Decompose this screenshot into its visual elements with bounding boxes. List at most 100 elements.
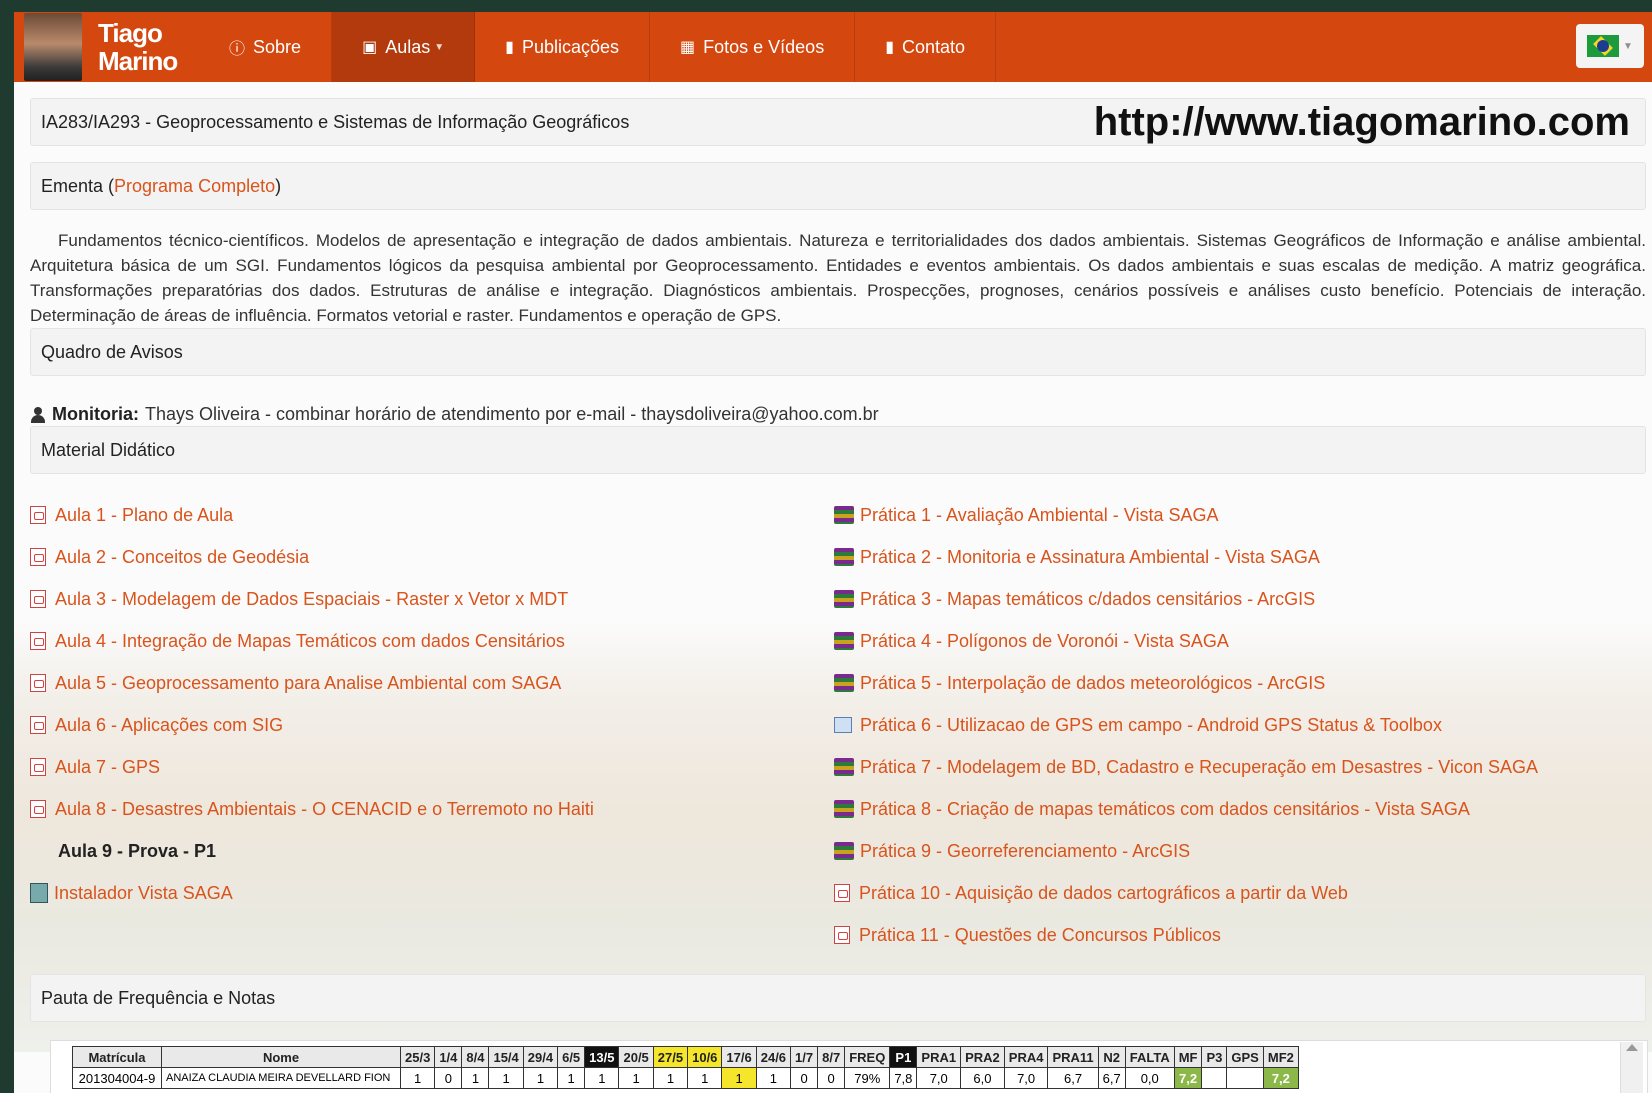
- pratica-link[interactable]: Prática 4 - Polígonos de Voronói - Vista…: [834, 620, 1538, 662]
- scroll-up-icon[interactable]: [1626, 1044, 1638, 1051]
- table-cell: 201304004-9: [72, 1067, 162, 1089]
- pratica-link[interactable]: Prática 2 - Monitoria e Assinatura Ambie…: [834, 536, 1538, 578]
- table-cell: 0: [790, 1067, 819, 1089]
- table-cell: 1: [721, 1067, 757, 1089]
- pratica-link[interactable]: Prática 5 - Interpolação de dados meteor…: [834, 662, 1538, 704]
- table-cell: 79%: [844, 1067, 891, 1089]
- column-header: 8/7: [817, 1046, 846, 1068]
- column-header: PRA4: [1003, 1046, 1049, 1068]
- comment-icon: ▮: [885, 39, 895, 56]
- nav-aulas[interactable]: ▣ Aulas ▼: [332, 12, 476, 82]
- table-cell: 1: [584, 1067, 620, 1089]
- pratica-link[interactable]: Prática 9 - Georreferenciamento - ArcGIS: [834, 830, 1538, 872]
- nav-label: Aulas: [385, 36, 431, 57]
- column-header: P3: [1201, 1046, 1228, 1068]
- nav-contato[interactable]: ▮ Contato: [855, 12, 997, 82]
- column-header: FALTA: [1124, 1046, 1175, 1068]
- language-button[interactable]: ▼: [1576, 24, 1644, 68]
- pdf-icon: [30, 758, 46, 776]
- table-header-row: Matrícula Nome 25/3 1/4 8/4 15/4 29/4 6/5 13/5 20…: [72, 1046, 1299, 1068]
- aula-label: Aula 1 - Plano de Aula: [55, 504, 234, 525]
- brand[interactable]: Tiago Marino: [14, 12, 199, 82]
- aula-link[interactable]: Aula 3 - Modelagem de Dados Espaciais - …: [30, 578, 594, 620]
- top-navbar: Tiago Marino ⓘ Sobre ▣ Aulas ▼ ▮ Publica…: [14, 12, 1652, 82]
- table-body: 201304004-9 ANAIZA CLAUDIA MEIRA DEVELLAR…: [72, 1067, 1299, 1089]
- aula-label: Aula 7 - GPS: [55, 756, 161, 777]
- table-cell: 0: [434, 1067, 463, 1089]
- aula-link[interactable]: Aula 5 - Geoprocessamento para Analise A…: [30, 662, 594, 704]
- column-header: FREQ: [844, 1046, 891, 1068]
- pratica-label: Prática 2 - Monitoria e Assinatura Ambie…: [860, 546, 1320, 567]
- archive-icon: [834, 842, 854, 860]
- column-header: PRA11: [1047, 1046, 1099, 1068]
- column-header: 24/6: [755, 1046, 792, 1068]
- aula-label: Aula 8 - Desastres Ambientais - O CENACI…: [55, 798, 594, 819]
- table-cell: 7,0: [916, 1067, 962, 1089]
- aula-label: Aula 2 - Conceitos de Geodésia: [55, 546, 310, 567]
- nav-label: Contato: [902, 36, 966, 57]
- column-header: 8/4: [461, 1046, 490, 1068]
- table-cell: 0: [817, 1067, 846, 1089]
- aula-link[interactable]: Aula 7 - GPS: [30, 746, 594, 788]
- instalador-link[interactable]: Instalador Vista SAGA: [30, 872, 594, 914]
- monitoria-text: Thays Oliveira - combinar horário de ate…: [145, 404, 879, 424]
- aula-link[interactable]: Aula 8 - Desastres Ambientais - O CENACI…: [30, 788, 594, 830]
- nav-publicacoes[interactable]: ▮ Publicações: [475, 12, 650, 82]
- column-header: PRA2: [960, 1046, 1005, 1068]
- table-cell: [1201, 1067, 1228, 1089]
- aula-link[interactable]: Aula 2 - Conceitos de Geodésia: [30, 536, 594, 578]
- pdf-icon: [30, 632, 46, 650]
- book-icon: ▣: [362, 39, 378, 56]
- user-icon: [30, 406, 46, 423]
- installer-icon: [30, 883, 48, 903]
- column-header: 20/5: [618, 1046, 654, 1068]
- table-cell: 1: [399, 1067, 436, 1089]
- pdf-icon: [30, 548, 46, 566]
- pratica-link[interactable]: Prática 6 - Utilizacao de GPS em campo -…: [834, 704, 1538, 746]
- aula-link[interactable]: Aula 4 - Integração de Mapas Temáticos c…: [30, 620, 594, 662]
- column-header: 13/5: [584, 1046, 620, 1068]
- document-icon: ▮: [505, 39, 514, 56]
- nav-sobre[interactable]: ⓘ Sobre: [199, 12, 333, 82]
- page-content: IA283/IA293 - Geoprocessamento e Sistema…: [14, 82, 1652, 1093]
- pratica-link[interactable]: Prática 7 - Modelagem de BD, Cadastro e …: [834, 746, 1538, 788]
- pdf-icon: [30, 506, 46, 524]
- pdf-icon: [834, 926, 850, 944]
- column-header: 15/4: [488, 1046, 524, 1068]
- nav-label: Publicações: [521, 36, 619, 57]
- pratica-link[interactable]: Prática 11 - Questões de Concursos Públi…: [834, 914, 1538, 956]
- pratica-label: Prática 5 - Interpolação de dados meteor…: [860, 672, 1326, 693]
- aula-9-label: Aula 9 - Prova - P1: [58, 840, 217, 861]
- programa-completo-link[interactable]: Programa Completo: [114, 176, 275, 197]
- pdf-icon: [30, 800, 46, 818]
- pratica-link[interactable]: Prática 1 - Avaliação Ambiental - Vista …: [834, 494, 1538, 536]
- ementa-label-suffix: ): [275, 175, 282, 196]
- pratica-label: Prática 11 - Questões de Concursos Públi…: [859, 924, 1221, 945]
- table-cell: ANAIZA CLAUDIA MEIRA DEVELLARD FION: [161, 1067, 401, 1089]
- table-scrollbar[interactable]: [1620, 1042, 1643, 1093]
- archive-icon: [834, 800, 854, 818]
- table-cell: 1: [652, 1067, 689, 1089]
- pratica-link[interactable]: Prática 10 - Aquisição de dados cartográ…: [834, 872, 1538, 914]
- instalador-label: Instalador Vista SAGA: [54, 882, 233, 903]
- aula-label: Aula 3 - Modelagem de Dados Espaciais - …: [55, 588, 569, 609]
- aula-link[interactable]: Aula 1 - Plano de Aula: [30, 494, 594, 536]
- ementa-text: Fundamentos técnico-científicos. Modelos…: [30, 231, 1646, 325]
- table-cell: 1: [687, 1067, 723, 1089]
- course-title: IA283/IA293 - Geoprocessamento e Sistema…: [41, 111, 630, 132]
- column-header: GPS: [1226, 1046, 1264, 1068]
- image-icon: [834, 717, 852, 733]
- pratica-link[interactable]: Prática 3 - Mapas temáticos c/dados cens…: [834, 578, 1538, 620]
- film-icon: ▦: [680, 39, 696, 56]
- table-cell: 6,7: [1047, 1067, 1099, 1089]
- avisos-panel: Quadro de Avisos: [30, 328, 1646, 376]
- pratica-label: Prática 1 - Avaliação Ambiental - Vista …: [860, 504, 1219, 525]
- nav-fotos-videos[interactable]: ▦ Fotos e Vídeos: [650, 12, 856, 82]
- pdf-icon: [30, 716, 46, 734]
- column-header: MF2: [1262, 1046, 1299, 1068]
- column-header: 10/6: [687, 1046, 723, 1068]
- archive-icon: [834, 758, 854, 776]
- pratica-link[interactable]: Prática 8 - Criação de mapas temáticos c…: [834, 788, 1538, 830]
- aula-link[interactable]: Aula 6 - Aplicações com SIG: [30, 704, 594, 746]
- brazil-flag-icon: [1587, 35, 1620, 57]
